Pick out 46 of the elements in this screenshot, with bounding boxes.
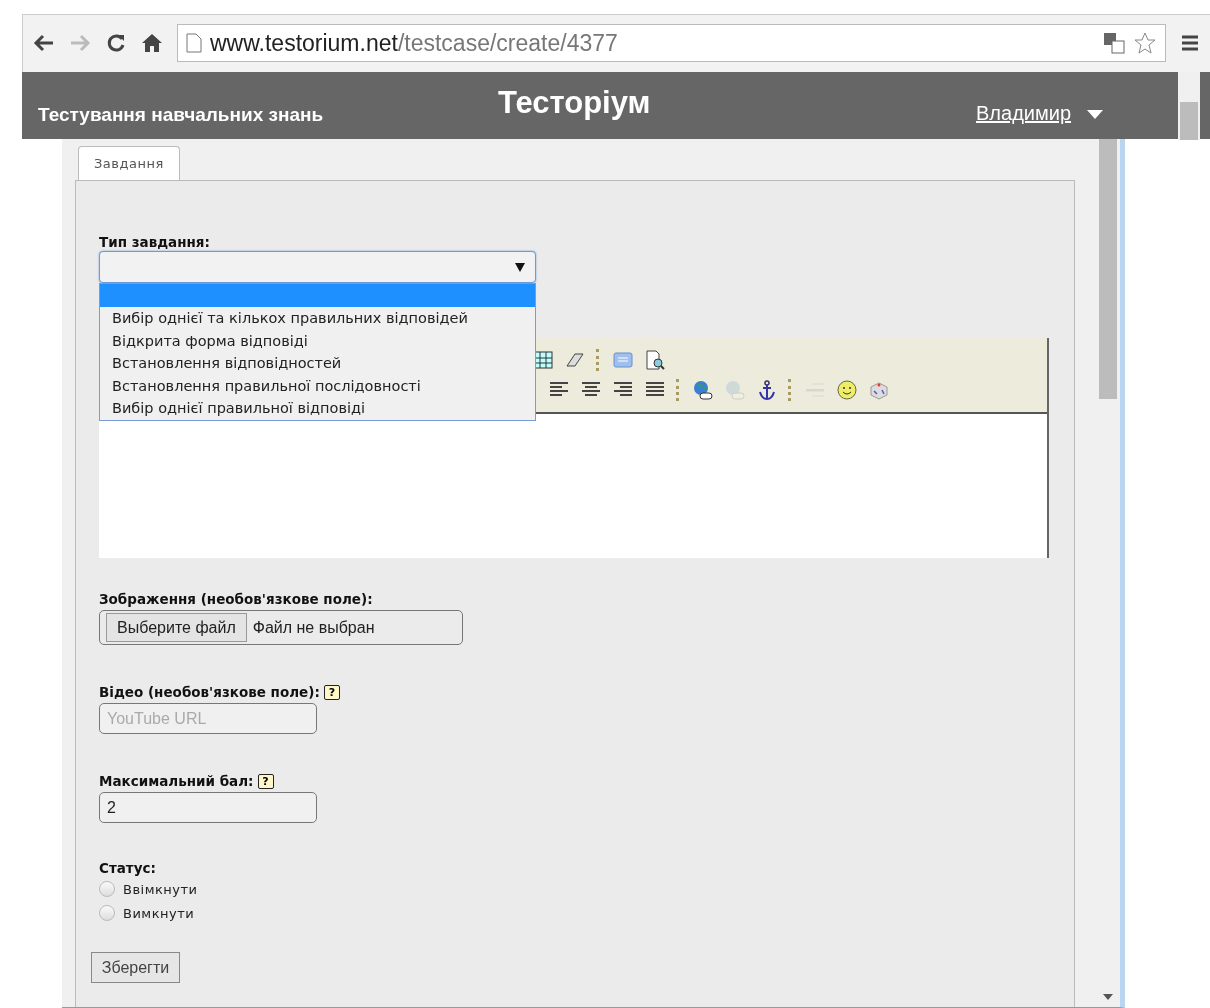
- scroll-down-icon[interactable]: [1101, 993, 1114, 1001]
- site-title: Тесторіум: [498, 85, 652, 122]
- file-status: Файл не выбран: [252, 618, 375, 637]
- radio-button[interactable]: [99, 905, 115, 921]
- field-label: Тип завдання:: [99, 233, 211, 251]
- help-icon[interactable]: ?: [323, 684, 340, 700]
- url-text: www.testorium.net/testcase/create/4377: [210, 29, 618, 57]
- page-icon: [186, 33, 202, 54]
- menu-icon[interactable]: [1180, 34, 1200, 53]
- field-label: Максимальний бал:: [99, 773, 254, 789]
- address-bar[interactable]: www.testorium.net/testcase/create/4377: [177, 24, 1166, 63]
- back-icon[interactable]: [33, 33, 55, 54]
- dropdown-option[interactable]: Встановлення правильної послідовності: [100, 374, 535, 397]
- radio-label: Вимкнути: [123, 905, 195, 921]
- caret-icon: [515, 262, 525, 272]
- dropdown-option[interactable]: Встановлення відповідностей: [100, 352, 535, 375]
- user-link[interactable]: Владимир: [976, 101, 1072, 125]
- anchor-icon[interactable]: [756, 379, 778, 401]
- choose-file-button[interactable]: Выберите файл: [106, 613, 247, 642]
- tab[interactable]: Завдання: [78, 146, 180, 180]
- dropdown-option[interactable]: Вибір однієї правильної відповіді: [100, 397, 535, 420]
- field-label: Відео (необов'язкове поле):: [99, 684, 320, 700]
- save-button[interactable]: Зберегти: [91, 952, 180, 983]
- field-label: Зображення (необов'язкове поле):: [99, 590, 374, 608]
- field-label: Статус:: [99, 859, 157, 877]
- home-icon[interactable]: [141, 32, 163, 55]
- radio-button[interactable]: [99, 881, 115, 897]
- preview-icon[interactable]: [644, 349, 666, 371]
- reload-icon[interactable]: [105, 32, 127, 55]
- smiley-icon[interactable]: [836, 379, 858, 401]
- scrollbar-thumb[interactable]: [1098, 139, 1117, 399]
- star-icon[interactable]: [1133, 31, 1157, 56]
- globe-link-icon[interactable]: [692, 379, 714, 401]
- dropdown-option[interactable]: Вибір однієї та кількох правильних відповідей: [100, 307, 535, 330]
- caret-icon[interactable]: [1085, 108, 1106, 121]
- max-score-field[interactable]: 2: [99, 792, 317, 823]
- scrollbar[interactable]: [1178, 71, 1200, 140]
- radio-label: Ввімкнути: [123, 881, 198, 897]
- translate-icon[interactable]: [1103, 32, 1125, 55]
- help-icon[interactable]: ?: [257, 773, 274, 789]
- scrollbar-thumb[interactable]: [1180, 101, 1198, 140]
- video-url-field[interactable]: YouTube URL: [99, 703, 317, 734]
- dropdown-option[interactable]: Відкрита форма відповіді: [100, 329, 535, 352]
- task-type-select[interactable]: [99, 251, 536, 283]
- file-input[interactable]: Выберите файл Файл не выбран: [99, 610, 463, 645]
- site-subtitle: Тестування навчальних знань: [38, 104, 325, 127]
